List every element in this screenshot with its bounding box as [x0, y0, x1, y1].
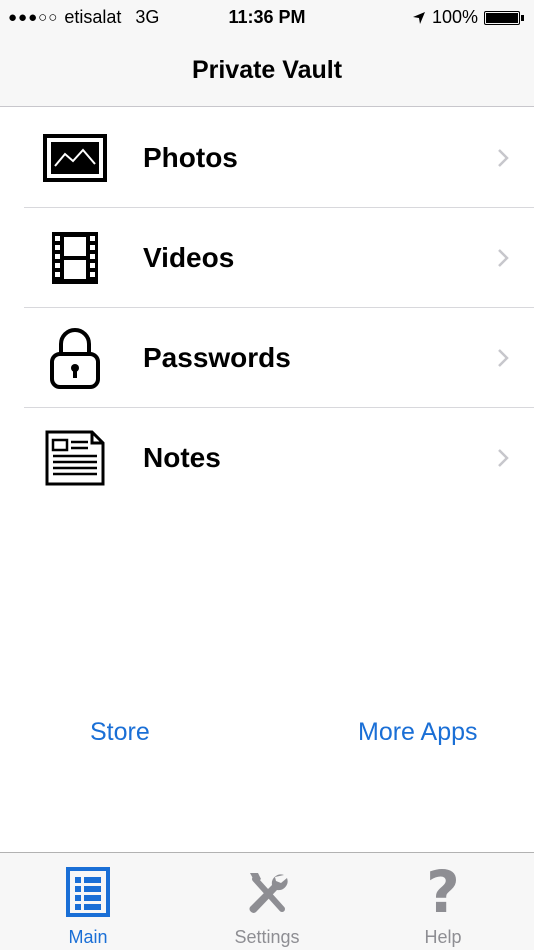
list-item-photos[interactable]: Photos	[24, 108, 534, 208]
list-grid-icon	[63, 865, 113, 919]
location-arrow-icon	[412, 11, 425, 24]
chevron-right-icon	[498, 348, 509, 367]
question-icon: ?	[418, 858, 468, 926]
list-item-label: Passwords	[143, 341, 291, 373]
tab-main[interactable]: Main	[18, 853, 158, 950]
status-bar: ●●●○○ etisalat 3G 11:36 PM 100%	[0, 0, 534, 36]
tools-icon	[242, 865, 292, 919]
chevron-right-icon	[498, 449, 509, 467]
list-item-videos[interactable]: Videos	[24, 208, 534, 308]
chevron-right-icon	[498, 248, 509, 267]
list-item-label: Notes	[143, 442, 221, 473]
screen: ●●●○○ etisalat 3G 11:36 PM 100% Private …	[0, 0, 534, 950]
status-right: 100%	[412, 7, 524, 28]
lock-icon	[42, 325, 108, 391]
list-item-label: Photos	[143, 141, 238, 173]
vault-list: Photos Videos Passwords Notes	[0, 108, 534, 508]
tab-label: Settings	[234, 927, 300, 947]
list-item-notes[interactable]: Notes	[24, 408, 534, 508]
tab-help[interactable]: ? Help	[373, 853, 513, 950]
chevron-right-icon	[498, 148, 509, 167]
tab-settings[interactable]: Settings	[197, 853, 337, 950]
question-glyph: ?	[426, 858, 460, 926]
note-icon	[42, 425, 108, 491]
film-icon	[42, 225, 108, 291]
page-title: Private Vault	[191, 56, 343, 84]
tab-label: Help	[424, 927, 462, 947]
list-item-label: Videos	[143, 241, 235, 273]
navigation-bar: Private Vault	[0, 36, 534, 107]
store-link[interactable]: Store	[90, 718, 150, 747]
more-apps-link[interactable]: More Apps	[358, 718, 478, 747]
tab-bar: Main Settings ? Help	[0, 852, 534, 950]
battery-percent: 100%	[431, 7, 478, 27]
photo-icon	[42, 125, 108, 191]
list-item-passwords[interactable]: Passwords	[24, 308, 534, 408]
tab-label: Main	[68, 927, 108, 947]
battery-icon	[484, 10, 524, 25]
